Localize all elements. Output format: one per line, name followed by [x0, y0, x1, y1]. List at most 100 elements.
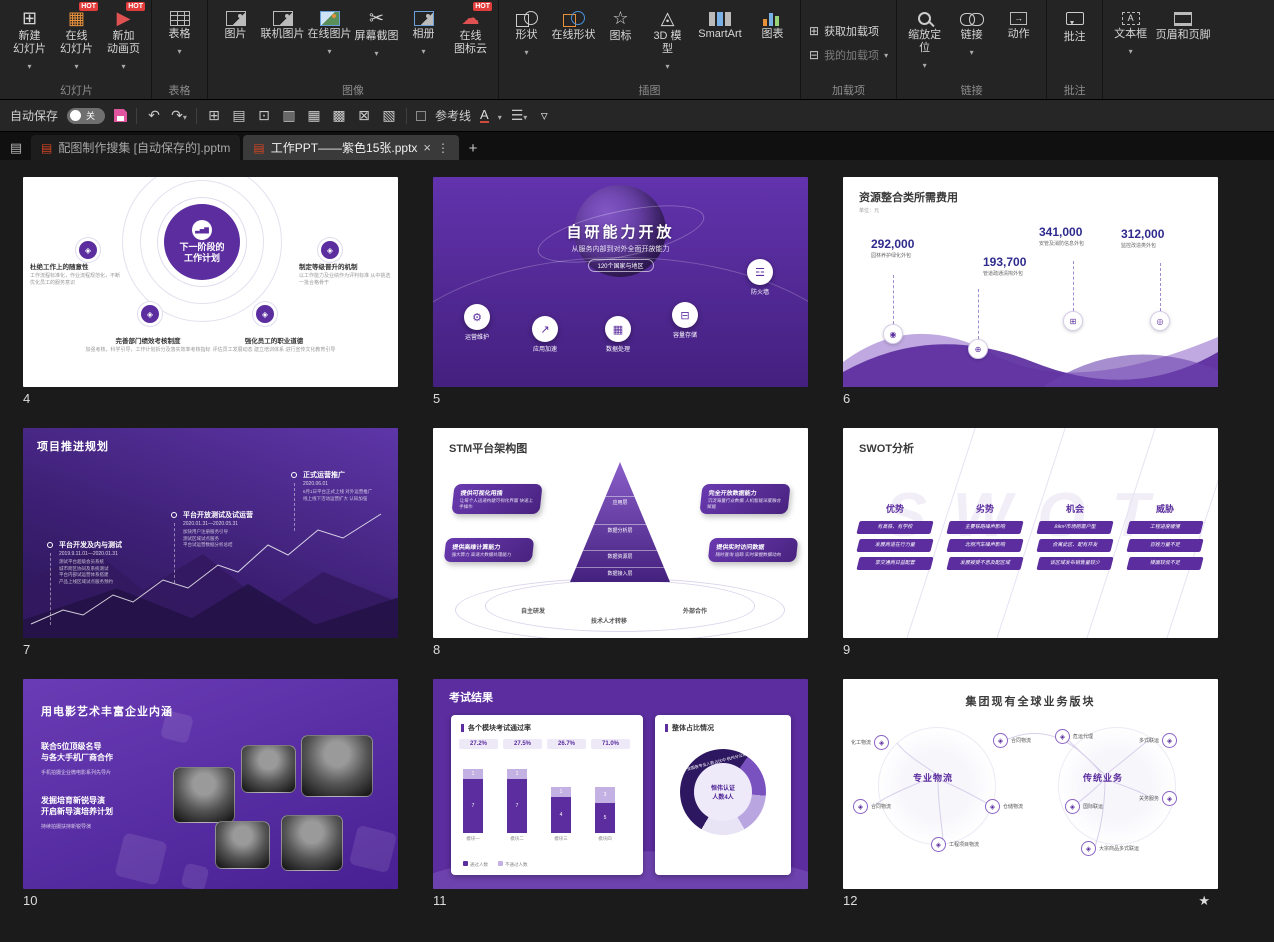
button-label: 相册 — [413, 28, 435, 41]
save-icon[interactable] — [114, 109, 127, 122]
notes-view-icon[interactable]: ▩ — [331, 107, 347, 124]
header-footer-button[interactable]: 页眉和页脚 — [1154, 3, 1212, 42]
slide-center-title: 下一阶段的 工作计划 — [179, 242, 224, 264]
more-tools-icon[interactable]: ▿ — [536, 107, 552, 124]
button-label: 表格 — [169, 28, 191, 41]
new-document-icon[interactable]: ▤ — [4, 136, 28, 160]
3d-model-button[interactable]: ◬ 3D 模 型 — [644, 3, 691, 74]
my-addins-icon: ⊟ — [809, 48, 819, 62]
pyramid-layer: 数据分析层 — [570, 524, 670, 534]
shapes-button[interactable]: 形状 — [503, 3, 550, 60]
slide-number: 10 — [23, 893, 37, 908]
layout-view-icon[interactable]: ▤ — [231, 107, 247, 124]
font-color-icon[interactable]: A — [480, 108, 489, 123]
business-node: ◈ 关务服务 — [1139, 791, 1177, 806]
node-label: 多式联运 — [1139, 737, 1159, 744]
autosave-toggle[interactable]: 关 — [67, 108, 105, 124]
outline-view-icon[interactable]: ▥ — [281, 107, 297, 124]
table-icon — [170, 11, 190, 26]
slide-8-cell: STM平台架构图 应用层 数据分析层 数据资源层 数据接入层 提供可视化用插 让… — [433, 428, 808, 657]
button-label: 在线 幻灯片 — [60, 30, 93, 56]
item-title: 完善部门绩效考核制度 — [85, 335, 211, 345]
cost-item: 193,700 管道疏通清掏外包 — [983, 255, 1078, 277]
slide-12-cell: 集团现有全球业务版块 专业物流 传统业务 ◈ 化工物流 ◈ 合同物流 ◈ 危运代… — [843, 679, 1218, 909]
get-addins-button[interactable]: ⊞ 获取加载项 — [809, 23, 879, 39]
reading-view-icon[interactable]: ▧ — [381, 107, 397, 124]
online-slides-button[interactable]: HOT ▦ 在线 幻灯片 — [53, 3, 100, 74]
dropdown-caret-icon[interactable] — [498, 107, 502, 125]
fit-slide-icon[interactable]: ⊞ — [206, 107, 222, 124]
dropdown-caret-icon — [665, 56, 669, 74]
slide-12-thumbnail[interactable]: 集团现有全球业务版块 专业物流 传统业务 ◈ 化工物流 ◈ 合同物流 ◈ 危运代… — [843, 679, 1218, 889]
slide-10-thumbnail[interactable]: 用电影艺术丰富企业内涵 联合5位顶级名导 与各大手机厂商合作 手机拍摄企业微电影… — [23, 679, 398, 889]
chart-button[interactable]: 图表 — [749, 3, 796, 41]
box-desc: 让每个人迅速构建可视化界面 快速上手操作 — [459, 498, 534, 510]
dropdown-caret-icon — [121, 56, 125, 74]
slide-sorter-icon[interactable]: ⊠ — [356, 107, 372, 124]
document-tab-2-active[interactable]: ▤ 工作PPT——紫色15张.pptx — [243, 135, 459, 160]
table-button[interactable]: 表格 — [156, 3, 203, 59]
slide-6-thumbnail[interactable]: 资源整合类所需费用 单位：元 292,000 园林养护绿化外包 193,700 … — [843, 177, 1218, 387]
slide-title: 考试结果 — [449, 689, 493, 705]
text-block-desc: 持续拍摄扶持新锐导演 — [41, 823, 91, 830]
swot-item: 享交通商日益配套 — [856, 557, 933, 570]
slide-5-thumbnail[interactable]: 自研能力开放 从服务内部到对外全面开放能力 120个国家与地区 ⚙ 运营维护 ↗… — [433, 177, 808, 387]
new-slide-button[interactable]: ⊞ 新建 幻灯片 — [6, 3, 53, 74]
node-label: 数据处理 — [606, 347, 630, 353]
business-node: ◈ 多式联运 — [1139, 733, 1177, 748]
slide-10-cell: 用电影艺术丰富企业内涵 联合5位顶级名导 与各大手机厂商合作 手机拍摄企业微电影… — [23, 679, 398, 909]
slide-7-thumbnail[interactable]: 项目推进规划 平台开发及内与测试 2019.9.11.01—2020.01.31… — [23, 428, 398, 638]
icon-cloud-button[interactable]: HOT ☁ 在线 图标云 — [447, 3, 494, 56]
icons-gallery-button[interactable]: ☆ 图标 — [597, 3, 644, 43]
ribbon-group-text: A 文本框 页眉和页脚 — [1103, 0, 1216, 99]
plan-item: 强化员工的职业道德 评估员工发展动态 建立培训体系 进行宣传文化教育引导 — [211, 335, 337, 354]
hot-badge: HOT — [473, 2, 492, 11]
dropdown-caret-icon — [523, 107, 527, 123]
zoom-position-button[interactable]: 缩放定 位 — [901, 3, 948, 73]
normal-view-icon[interactable]: ⊡ — [256, 107, 272, 124]
align-menu-icon[interactable]: ☰ — [511, 107, 528, 124]
slide-8-thumbnail[interactable]: STM平台架构图 应用层 数据分析层 数据资源层 数据接入层 提供可视化用插 让… — [433, 428, 808, 638]
milestone-line — [174, 523, 175, 583]
slide-11-thumbnail[interactable]: 考试结果 各个模块考试通过率 27.2% 27.5% 26.7% 71.0% 1… — [433, 679, 808, 889]
linked-picture-button[interactable]: 联机图片 — [259, 3, 306, 41]
new-animation-page-button[interactable]: HOT ▶ 新加 动画页 — [100, 3, 147, 74]
tab-menu-icon[interactable] — [437, 141, 449, 155]
node-label: 危运代理 — [1073, 733, 1093, 740]
action-button[interactable]: → 动作 — [995, 3, 1042, 41]
redo-icon[interactable]: ↷ — [171, 107, 187, 124]
hyperlink-button[interactable]: 链接 — [948, 3, 995, 60]
comment-button[interactable]: 批注 — [1051, 3, 1098, 44]
pct-value: 27.2% — [459, 739, 498, 749]
album-button[interactable]: 相册 — [400, 3, 447, 59]
milestone-title: 平台开放测试及试运营 — [183, 510, 283, 520]
picture-button[interactable]: 图片 — [212, 3, 259, 41]
new-slide-icon: ⊞ — [22, 6, 37, 30]
undo-icon[interactable]: ↶ — [146, 107, 162, 124]
slide-5-cell: 自研能力开放 从服务内部到对外全面开放能力 120个国家与地区 ⚙ 运营维护 ↗… — [433, 177, 808, 406]
online-shapes-button[interactable]: 在线形状 — [550, 3, 597, 42]
ribbon-group-table: 表格 表格 — [152, 0, 208, 99]
guides-checkbox[interactable] — [416, 111, 426, 121]
button-label: 批注 — [1064, 31, 1086, 44]
milestone-dot — [47, 542, 53, 548]
my-addins-button[interactable]: ⊟ 我的加载项 — [809, 47, 888, 63]
document-tab-1[interactable]: ▤ 配图制作搜集 [自动保存的].pptm — [31, 135, 240, 160]
bar-column: 17 模块二 — [507, 759, 527, 842]
slide-4-thumbnail[interactable]: ▃▅▇ 下一阶段的 工作计划 ◈ ◈ ◈ ◈ 杜绝工作上的随意性 工作流程标准化… — [23, 177, 398, 387]
node-icon: ◈ — [1162, 791, 1177, 806]
textbox-button[interactable]: A 文本框 — [1107, 3, 1154, 59]
pct-value: 26.7% — [547, 739, 586, 749]
slide-9-thumbnail[interactable]: SWOT SWOT分析 优势 有高铁、有学校 发展商道在行力量 享交通商日益配套… — [843, 428, 1218, 638]
box-desc: 沉淀海量行业数据 人机智能深度融合赋能 — [707, 498, 782, 510]
grid-view-icon[interactable]: ▦ — [306, 107, 322, 124]
new-tab-button[interactable] — [462, 136, 484, 160]
guides-label: 参考线 — [435, 107, 471, 124]
text-block-title: 发掘培育新锐导演 开启新导演培养计划 — [41, 795, 113, 817]
close-tab-icon[interactable] — [423, 140, 431, 155]
online-image-button[interactable]: 在线图片 — [306, 3, 353, 59]
smartart-button[interactable]: SmartArt — [691, 3, 749, 41]
data-grid-icon: ▦ — [605, 316, 631, 342]
screenshot-button[interactable]: ✂ 屏幕截图 — [353, 3, 400, 61]
percentage-row: 27.2% 27.5% 26.7% 71.0% — [459, 739, 630, 749]
